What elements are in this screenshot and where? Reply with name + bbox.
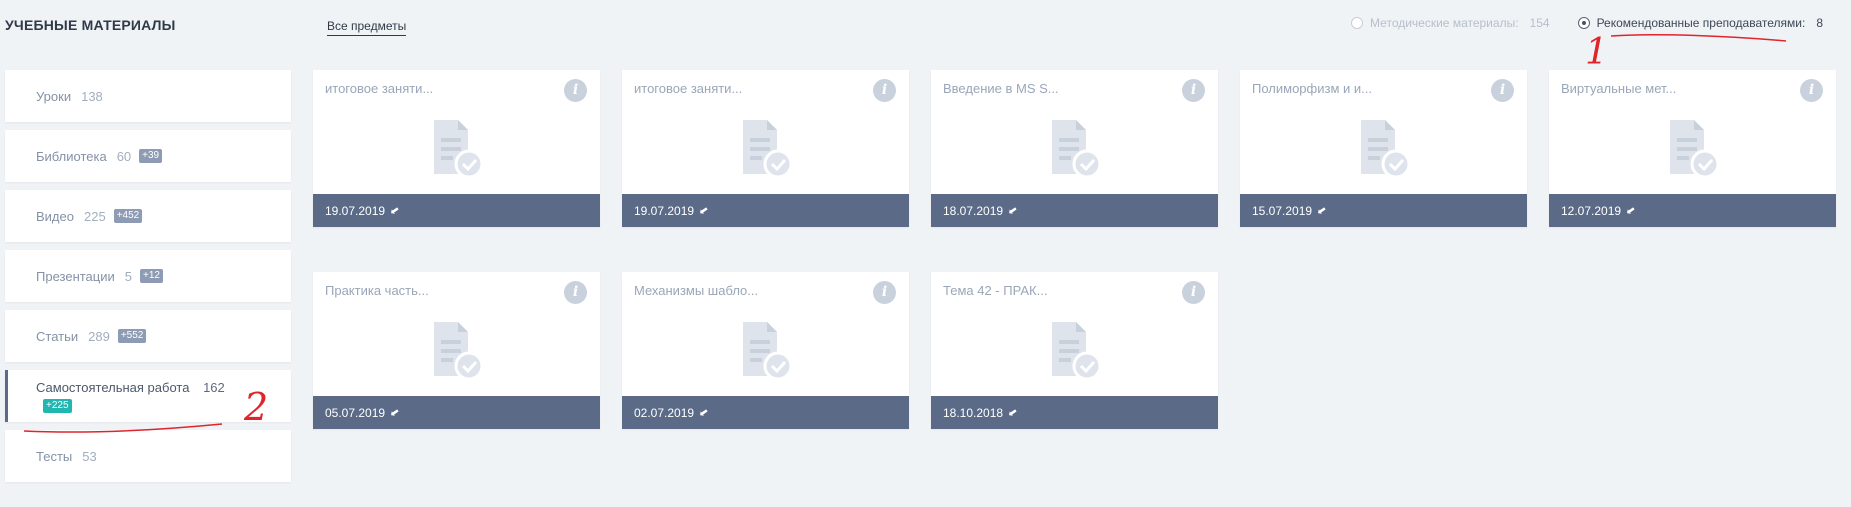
sidebar-item-tests[interactable]: Тесты 53 [5, 430, 291, 482]
card-date: 19.07.2019 [325, 203, 386, 218]
annotation-mark-1: 1 [1585, 32, 1608, 73]
info-icon[interactable]: i [564, 79, 587, 102]
material-card[interactable]: итоговое заняти... i 19.07.2019 ⬋ [622, 70, 909, 227]
material-filters: Методические материалы: 154 Рекомендован… [1351, 16, 1823, 30]
info-icon[interactable]: i [564, 281, 587, 304]
card-footer: 05.07.2019 ⬋ [313, 396, 600, 429]
sidebar-item-count: 60 [116, 148, 132, 164]
sidebar-item-library[interactable]: Библиотека 60 +39 [5, 130, 291, 182]
card-date: 12.07.2019 [1561, 203, 1622, 218]
info-icon[interactable]: i [1182, 79, 1205, 102]
card-footer: 02.07.2019 ⬋ [622, 396, 909, 429]
new-items-badge: +39 [139, 149, 163, 163]
document-check-icon [1052, 322, 1102, 381]
radio-methodical[interactable] [1351, 17, 1364, 29]
sidebar-item-label: Статьи [36, 328, 79, 344]
sidebar-item-presentations[interactable]: Презентации 5 +12 [5, 250, 291, 302]
radio-recommended[interactable] [1577, 17, 1590, 29]
page-title: УЧЕБНЫЕ МАТЕРИАЛЫ [5, 17, 176, 33]
download-arrow-icon[interactable]: ⬋ [1316, 203, 1327, 217]
card-title: Тема 42 - ПРАК... [943, 283, 1048, 298]
sidebar-item-count: 289 [88, 328, 110, 344]
download-arrow-icon[interactable]: ⬋ [1007, 405, 1018, 419]
card-title: Механизмы шабло... [634, 283, 759, 298]
info-icon[interactable]: i [873, 281, 896, 304]
info-icon[interactable]: i [1182, 281, 1205, 304]
download-arrow-icon[interactable]: ⬋ [389, 203, 400, 217]
download-arrow-icon[interactable]: ⬋ [698, 203, 709, 217]
sidebar-item-articles[interactable]: Статьи 289 +552 [5, 310, 291, 362]
material-card[interactable]: Механизмы шабло... i 02.07.2019 ⬋ [622, 272, 909, 429]
filter-methodical[interactable]: Методические материалы: 154 [1351, 16, 1550, 30]
annotation-underline-1 [1610, 34, 1787, 42]
sidebar-item-label: Самостоятельная работа [36, 380, 190, 395]
card-title: Введение в MS S... [943, 81, 1059, 96]
card-date: 15.07.2019 [1252, 203, 1313, 218]
info-icon[interactable]: i [1491, 79, 1514, 102]
material-card[interactable]: Практика часть... i 05.07.2019 ⬋ [313, 272, 600, 429]
card-title: Виртуальные мет... [1561, 81, 1677, 96]
card-date: 18.07.2019 [943, 203, 1004, 218]
sidebar-item-label: Уроки [36, 88, 72, 104]
document-check-icon [1052, 120, 1102, 179]
card-title: итоговое заняти... [634, 81, 743, 96]
document-check-icon [434, 322, 484, 381]
filter-recommended-count: 8 [1816, 16, 1823, 30]
material-card[interactable]: Введение в MS S... i 18.07.2019 ⬋ [931, 70, 1218, 227]
material-card[interactable]: Тема 42 - ПРАК... i 18.10.2018 ⬋ [931, 272, 1218, 429]
card-footer: 12.07.2019 ⬋ [1549, 194, 1836, 227]
card-date: 02.07.2019 [634, 405, 695, 420]
new-items-badge: +225 [43, 399, 72, 413]
card-footer: 19.07.2019 ⬋ [622, 194, 909, 227]
document-check-icon [434, 120, 484, 179]
card-date: 19.07.2019 [634, 203, 695, 218]
download-arrow-icon[interactable]: ⬋ [389, 405, 400, 419]
card-title: итоговое заняти... [325, 81, 434, 96]
card-footer: 18.07.2019 ⬋ [931, 194, 1218, 227]
card-footer: 19.07.2019 ⬋ [313, 194, 600, 227]
sidebar-item-count: 138 [81, 88, 103, 104]
sidebar-item-label: Тесты [36, 448, 73, 464]
sidebar-item-video[interactable]: Видео 225 +452 [5, 190, 291, 242]
sidebar: Уроки 138 Библиотека 60 +39 Видео 225 +4… [5, 70, 291, 490]
card-date: 18.10.2018 [943, 405, 1004, 420]
sidebar-item-count: 162 [203, 380, 225, 395]
filter-recommended-label: Рекомендованные преподавателями: [1596, 16, 1806, 30]
sidebar-item-label: Библиотека [36, 148, 107, 164]
sidebar-item-label: Презентации [36, 268, 115, 284]
card-date: 05.07.2019 [325, 405, 386, 420]
material-card[interactable]: итоговое заняти... i 19.07.2019 ⬋ [313, 70, 600, 227]
card-title: Полиморфизм и и... [1252, 81, 1372, 96]
all-subjects-link[interactable]: Все предметы [327, 19, 407, 36]
card-footer: 15.07.2019 ⬋ [1240, 194, 1527, 227]
new-items-badge: +12 [139, 269, 163, 283]
download-arrow-icon[interactable]: ⬋ [1007, 203, 1018, 217]
download-arrow-icon[interactable]: ⬋ [1625, 203, 1636, 217]
sidebar-item-lessons[interactable]: Уроки 138 [5, 70, 291, 122]
filter-methodical-count: 154 [1529, 16, 1550, 30]
document-check-icon [743, 322, 793, 381]
document-check-icon [743, 120, 793, 179]
new-items-badge: +552 [117, 329, 147, 343]
new-items-badge: +452 [113, 209, 143, 223]
material-card[interactable]: Виртуальные мет... i 12.07.2019 ⬋ [1549, 70, 1836, 227]
sidebar-item-count: 5 [124, 268, 132, 284]
sidebar-item-label: Видео [36, 208, 74, 224]
filter-recommended[interactable]: Рекомендованные преподавателями: 8 [1577, 16, 1823, 30]
document-check-icon [1361, 120, 1411, 179]
info-icon[interactable]: i [1800, 79, 1823, 102]
sidebar-item-independent-work[interactable]: Самостоятельная работа 162 +225 [5, 370, 291, 422]
sidebar-item-count: 225 [83, 208, 106, 224]
material-card[interactable]: Полиморфизм и и... i 15.07.2019 ⬋ [1240, 70, 1527, 227]
card-footer: 18.10.2018 ⬋ [931, 396, 1218, 429]
card-title: Практика часть... [325, 283, 429, 298]
sidebar-item-count: 53 [82, 448, 97, 464]
info-icon[interactable]: i [873, 79, 896, 102]
download-arrow-icon[interactable]: ⬋ [698, 405, 709, 419]
document-check-icon [1670, 120, 1720, 179]
filter-methodical-label: Методические материалы: [1370, 16, 1519, 30]
